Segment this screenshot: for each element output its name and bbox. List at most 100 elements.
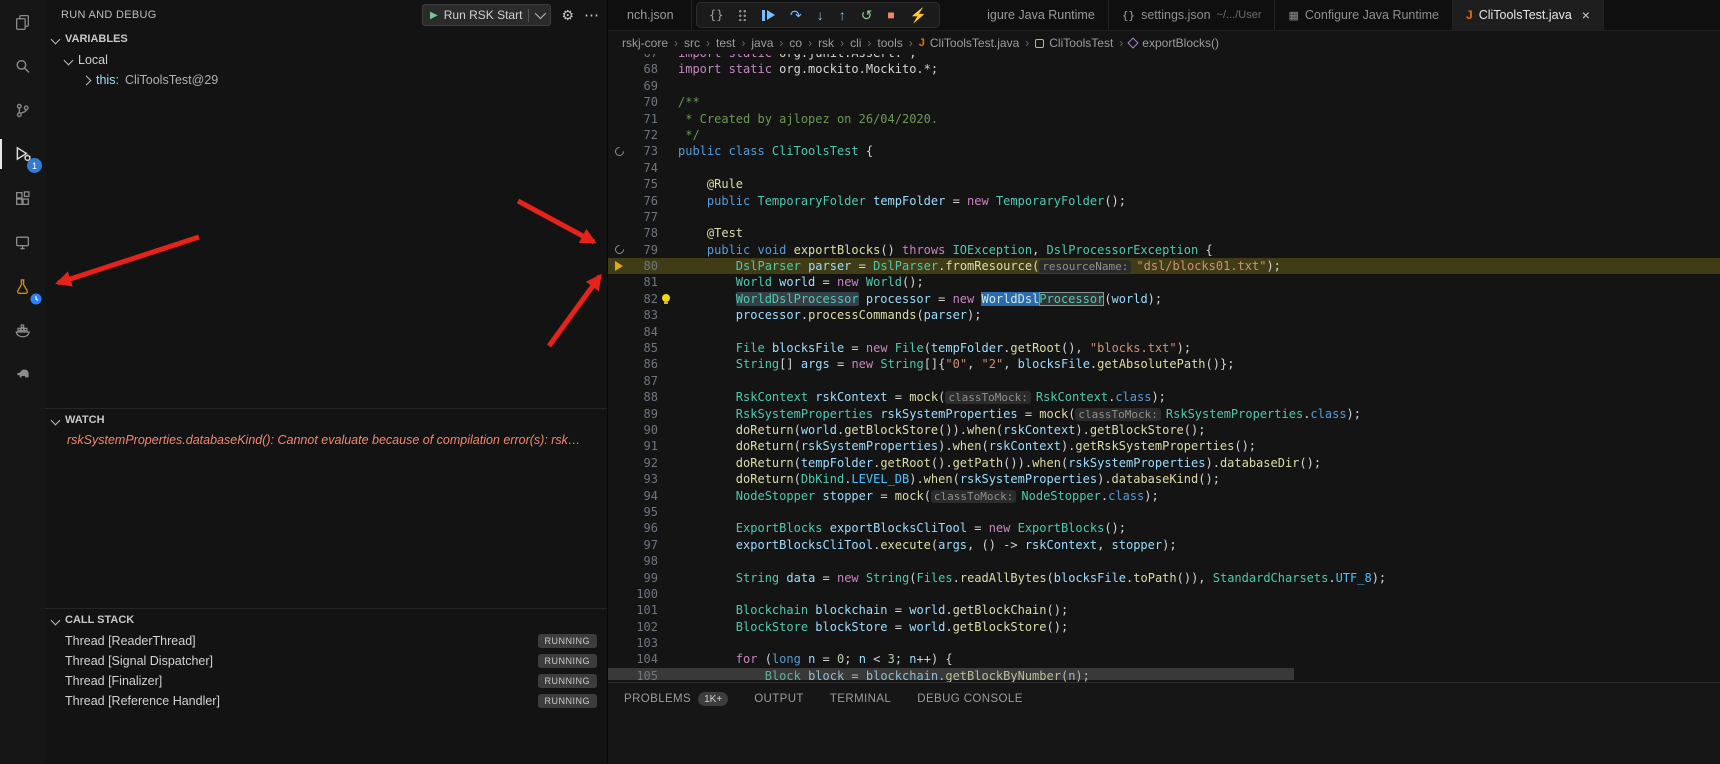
source-control-icon[interactable]: [0, 88, 45, 132]
continue-icon[interactable]: [762, 10, 775, 21]
code-line[interactable]: 87: [608, 373, 1720, 389]
braces-icon[interactable]: {}: [709, 9, 723, 21]
gutter[interactable]: 98: [608, 553, 658, 569]
tab-igure-java-runtime[interactable]: igure Java Runtime: [974, 0, 1109, 30]
tab-settings-json[interactable]: {}settings.json~/.../User: [1109, 0, 1276, 30]
breadcrumb-item[interactable]: test: [716, 36, 735, 50]
gutter-glyph-margin[interactable]: [608, 54, 630, 61]
breadcrumb-item[interactable]: JCliToolsTest.java: [919, 36, 1020, 50]
gutter-glyph-margin[interactable]: [608, 373, 630, 389]
step-out-icon[interactable]: ↑: [839, 8, 846, 22]
gutter-glyph-margin[interactable]: [608, 570, 630, 586]
code-line[interactable]: 93 doReturn(DbKind.LEVEL_DB).when(rskSys…: [608, 471, 1720, 487]
call-stack-thread[interactable]: Thread [ReaderThread]RUNNING: [45, 631, 607, 651]
breadcrumb-item[interactable]: exportBlocks(): [1129, 36, 1219, 50]
code-line[interactable]: 74: [608, 160, 1720, 176]
panel-tab-output[interactable]: OUTPUT: [754, 693, 804, 705]
hot-code-replace-icon[interactable]: ⚡: [910, 8, 927, 22]
gutter-glyph-margin[interactable]: [608, 160, 630, 176]
gutter-glyph-margin[interactable]: [608, 193, 630, 209]
variables-header[interactable]: VARIABLES: [45, 28, 607, 50]
gutter[interactable]: 88: [608, 389, 658, 405]
code-line[interactable]: 95: [608, 504, 1720, 520]
gutter[interactable]: 81: [608, 274, 658, 290]
code-line[interactable]: 80 DslParser parser = DslParser.fromReso…: [608, 258, 1720, 274]
gutter-glyph-margin[interactable]: [608, 242, 630, 258]
stop-icon[interactable]: ■: [887, 9, 894, 21]
gutter-glyph-margin[interactable]: [608, 324, 630, 340]
gutter-glyph-margin[interactable]: [608, 635, 630, 651]
gutter[interactable]: 84: [608, 324, 658, 340]
step-over-icon[interactable]: ↷: [790, 8, 802, 22]
gutter-glyph-margin[interactable]: [608, 537, 630, 553]
code-line[interactable]: 82 WorldDslProcessor processor = new Wor…: [608, 291, 1720, 307]
gutter[interactable]: 72: [608, 127, 658, 143]
gutter[interactable]: 91: [608, 438, 658, 454]
code-line[interactable]: 88 RskContext rskContext = mock(classToM…: [608, 389, 1720, 405]
gutter[interactable]: 95: [608, 504, 658, 520]
code-line[interactable]: 85 File blocksFile = new File(tempFolder…: [608, 340, 1720, 356]
gutter-glyph-margin[interactable]: [608, 340, 630, 356]
gutter[interactable]: 103: [608, 635, 658, 651]
gutter-glyph-margin[interactable]: [608, 455, 630, 471]
step-into-icon[interactable]: ↓: [817, 8, 824, 22]
gutter[interactable]: 102: [608, 619, 658, 635]
gutter[interactable]: 75: [608, 176, 658, 192]
gutter[interactable]: 94: [608, 488, 658, 504]
gutter-glyph-margin[interactable]: [608, 520, 630, 536]
gutter[interactable]: 104: [608, 651, 658, 667]
code-line[interactable]: 71 * Created by ajlopez on 26/04/2020.: [608, 111, 1720, 127]
drag-handle-icon[interactable]: [738, 9, 747, 21]
debug-config-dropdown[interactable]: ▶ Run RSK Start: [422, 4, 551, 26]
gutter[interactable]: 101: [608, 602, 658, 618]
start-debug-icon[interactable]: ▶: [430, 10, 438, 21]
code-line[interactable]: 69: [608, 78, 1720, 94]
code-line[interactable]: 78 @Test: [608, 225, 1720, 241]
gutter[interactable]: 87: [608, 373, 658, 389]
breadcrumb-item[interactable]: rsk: [818, 36, 834, 50]
panel-tab-problems[interactable]: PROBLEMS1K+: [624, 692, 728, 706]
breadcrumb-item[interactable]: rskj-core: [622, 36, 668, 50]
gutter-glyph-margin[interactable]: [608, 291, 630, 307]
extensions-icon[interactable]: [0, 176, 45, 220]
gutter[interactable]: 93: [608, 471, 658, 487]
code-line[interactable]: 83 processor.processCommands(parser);: [608, 307, 1720, 323]
code-line[interactable]: 75 @Rule: [608, 176, 1720, 192]
gutter[interactable]: 78: [608, 225, 658, 241]
code-line[interactable]: 101 Blockchain blockchain = world.getBlo…: [608, 602, 1720, 618]
code-line[interactable]: 68import static org.mockito.Mockito.*;: [608, 61, 1720, 77]
code-line[interactable]: 96 ExportBlocks exportBlocksCliTool = ne…: [608, 520, 1720, 536]
code-line[interactable]: 89 RskSystemProperties rskSystemProperti…: [608, 406, 1720, 422]
close-icon[interactable]: ×: [1582, 7, 1590, 23]
gutter[interactable]: 86: [608, 356, 658, 372]
gutter[interactable]: 99: [608, 570, 658, 586]
gutter-glyph-margin[interactable]: [608, 176, 630, 192]
call-stack-thread[interactable]: Thread [Finalizer]RUNNING: [45, 671, 607, 691]
code-line[interactable]: 70/**: [608, 94, 1720, 110]
gutter-glyph-margin[interactable]: [608, 471, 630, 487]
gutter[interactable]: 96: [608, 520, 658, 536]
variables-scope-local[interactable]: Local: [45, 50, 607, 70]
horizontal-scrollbar[interactable]: [608, 668, 1294, 680]
breadcrumb-item[interactable]: cli: [850, 36, 861, 50]
chevron-down-icon[interactable]: [535, 8, 546, 19]
gutter-glyph-margin[interactable]: [608, 438, 630, 454]
breadcrumb-item[interactable]: CliToolsTest: [1035, 36, 1113, 50]
code-line[interactable]: 98: [608, 553, 1720, 569]
call-stack-header[interactable]: CALL STACK: [45, 609, 607, 631]
gutter[interactable]: 69: [608, 78, 658, 94]
gutter[interactable]: 85: [608, 340, 658, 356]
watch-header[interactable]: WATCH: [45, 409, 607, 431]
breadcrumb-item[interactable]: co: [789, 36, 802, 50]
code-line[interactable]: 91 doReturn(rskSystemProperties).when(rs…: [608, 438, 1720, 454]
gutter[interactable]: 92: [608, 455, 658, 471]
code-line[interactable]: 73public class CliToolsTest {: [608, 143, 1720, 159]
panel-tab-terminal[interactable]: TERMINAL: [830, 693, 891, 705]
gutter-glyph-margin[interactable]: [608, 61, 630, 77]
gutter-glyph-margin[interactable]: [608, 127, 630, 143]
gutter-glyph-margin[interactable]: [608, 111, 630, 127]
code-line[interactable]: 97 exportBlocksCliTool.execute(args, () …: [608, 537, 1720, 553]
watch-expression[interactable]: rskSystemProperties.databaseKind(): Cann…: [45, 433, 607, 447]
code-line[interactable]: 90 doReturn(world.getBlockStore()).when(…: [608, 422, 1720, 438]
gutter[interactable]: 76: [608, 193, 658, 209]
